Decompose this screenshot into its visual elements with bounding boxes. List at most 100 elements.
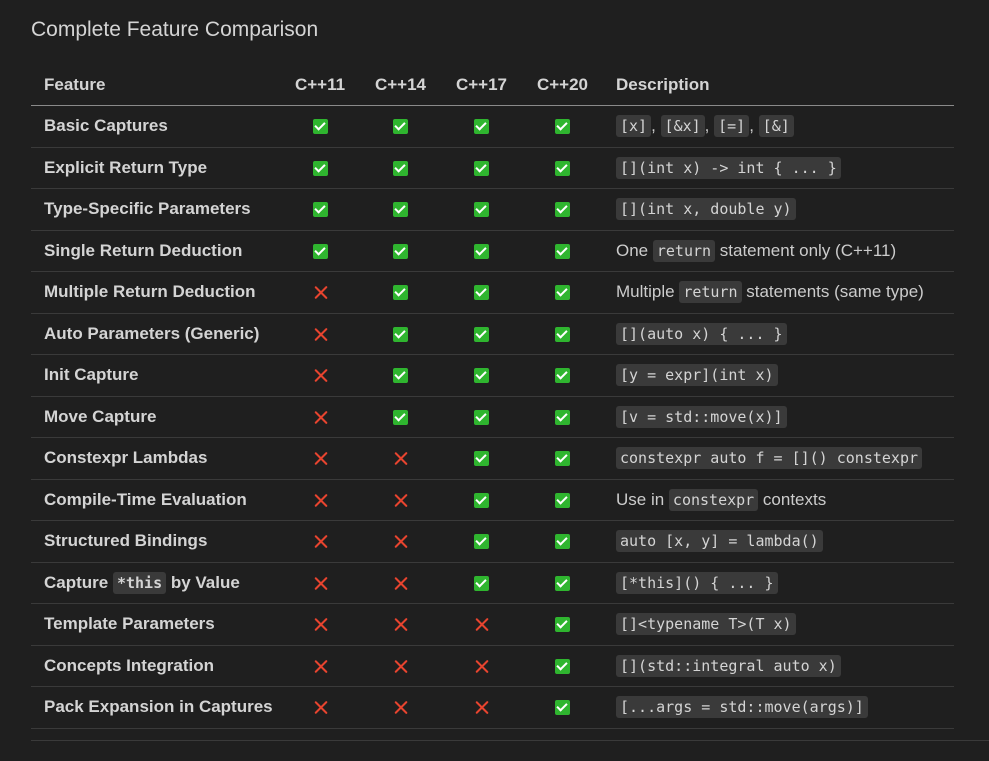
feature-cell: Compile-Time Evaluation (31, 479, 280, 521)
inline-code: [*this]() { ... } (616, 571, 778, 594)
support-cell-cpp11 (280, 354, 360, 397)
cross-icon (313, 451, 328, 466)
description-cell: [y = expr](int x) (603, 354, 954, 397)
cross-icon (313, 617, 328, 632)
description-cell: One return statement only (C++11) (603, 230, 954, 272)
table-row: Single Return Deduction One return statem… (31, 230, 954, 272)
check-icon (312, 160, 328, 176)
text-segment: contexts (758, 489, 827, 509)
cross-icon (313, 534, 328, 549)
header-cpp14: C++14 (360, 64, 441, 106)
cross-icon (313, 368, 328, 383)
cross-icon (313, 576, 328, 591)
table-row: Init Capture [y = expr](int x) (31, 354, 954, 397)
inline-code: [](int x) -> int { ... } (616, 156, 841, 179)
feature-cell: Capture *this by Value (31, 562, 280, 604)
support-cell-cpp20 (522, 271, 603, 314)
cross-icon (393, 451, 408, 466)
support-cell-cpp11 (280, 188, 360, 231)
page: Complete Feature Comparison Feature C++1… (0, 0, 989, 761)
support-cell-cpp14 (360, 271, 441, 314)
check-icon (555, 617, 570, 633)
check-icon (474, 368, 489, 384)
table-row: Move Capture [v = std::move(x)] (31, 396, 954, 438)
cross-icon (393, 617, 408, 632)
support-cell-cpp14 (360, 105, 441, 148)
text-segment: Compile-Time Evaluation (44, 489, 247, 509)
feature-cell: Move Capture (31, 396, 280, 438)
support-cell-cpp20 (522, 479, 603, 521)
description-cell: auto [x, y] = lambda() (603, 520, 954, 563)
cross-icon (313, 493, 328, 508)
check-icon (555, 492, 570, 508)
support-cell-cpp20 (522, 520, 603, 563)
feature-table: Feature C++11 C++14 C++17 C++20 Descript… (31, 64, 954, 729)
check-icon (555, 160, 570, 176)
check-icon (474, 534, 489, 550)
description-cell: [](int x) -> int { ... } (603, 147, 954, 189)
text-segment: Template Parameters (44, 614, 215, 634)
check-icon (555, 326, 570, 342)
feature-cell: Structured Bindings (31, 520, 280, 563)
support-cell-cpp14 (360, 562, 441, 604)
check-icon (555, 409, 570, 425)
check-icon (555, 534, 570, 550)
support-cell-cpp20 (522, 188, 603, 231)
support-cell-cpp17 (441, 603, 522, 646)
check-icon (474, 119, 489, 135)
check-icon (474, 326, 489, 342)
text-segment: Init Capture (44, 365, 139, 385)
support-cell-cpp17 (441, 105, 522, 148)
feature-cell: Constexpr Lambdas (31, 437, 280, 480)
support-cell-cpp17 (441, 562, 522, 604)
support-cell-cpp11 (280, 313, 360, 355)
description-cell: [...args = std::move(args)] (603, 686, 954, 729)
description-cell: [](auto x) { ... } (603, 313, 954, 355)
text-segment: Move Capture (44, 406, 157, 426)
support-cell-cpp17 (441, 271, 522, 314)
divider (31, 740, 989, 741)
feature-cell: Init Capture (31, 354, 280, 397)
support-cell-cpp11 (280, 603, 360, 646)
text-segment: One (616, 240, 653, 260)
inline-code: [=] (714, 115, 750, 138)
table-row: Explicit Return Type [](int x) -> int { .… (31, 147, 954, 189)
table-row: Basic Captures [x], [&x], [=], [&] (31, 105, 954, 148)
support-cell-cpp14 (360, 603, 441, 646)
text-segment: Single Return Deduction (44, 240, 243, 260)
inline-code: constexpr (668, 488, 759, 511)
check-icon (393, 285, 408, 301)
feature-cell: Pack Expansion in Captures (31, 686, 280, 729)
cross-icon (393, 576, 408, 591)
support-cell-cpp20 (522, 230, 603, 272)
text-segment: Multiple Return Deduction (44, 282, 256, 302)
text-segment: , (749, 116, 759, 136)
cross-icon (474, 700, 489, 715)
inline-code: [v = std::move(x)] (616, 405, 787, 428)
text-segment: Capture (44, 572, 113, 592)
description-cell: constexpr auto f = []() constexpr (603, 437, 954, 480)
cross-icon (393, 534, 408, 549)
support-cell-cpp17 (441, 188, 522, 231)
check-icon (555, 368, 570, 384)
support-cell-cpp14 (360, 645, 441, 687)
text-segment: Concepts Integration (44, 655, 215, 675)
text-segment: statement only (C++11) (715, 240, 897, 260)
text-segment: Constexpr Lambdas (44, 448, 208, 468)
support-cell-cpp11 (280, 562, 360, 604)
support-cell-cpp20 (522, 354, 603, 397)
check-icon (393, 409, 408, 425)
page-title: Complete Feature Comparison (31, 18, 319, 41)
table-row: Structured Bindings auto [x, y] = lambda(… (31, 520, 954, 563)
support-cell-cpp11 (280, 230, 360, 272)
cross-icon (393, 700, 408, 715)
check-icon (474, 202, 489, 218)
support-cell-cpp20 (522, 686, 603, 729)
inline-code: return (679, 281, 742, 304)
cross-icon (313, 327, 328, 342)
feature-cell: Basic Captures (31, 105, 280, 148)
inline-code: [](int x, double y) (616, 198, 796, 221)
text-segment: Use in (616, 489, 669, 509)
cross-icon (474, 659, 489, 674)
feature-cell: Concepts Integration (31, 645, 280, 687)
